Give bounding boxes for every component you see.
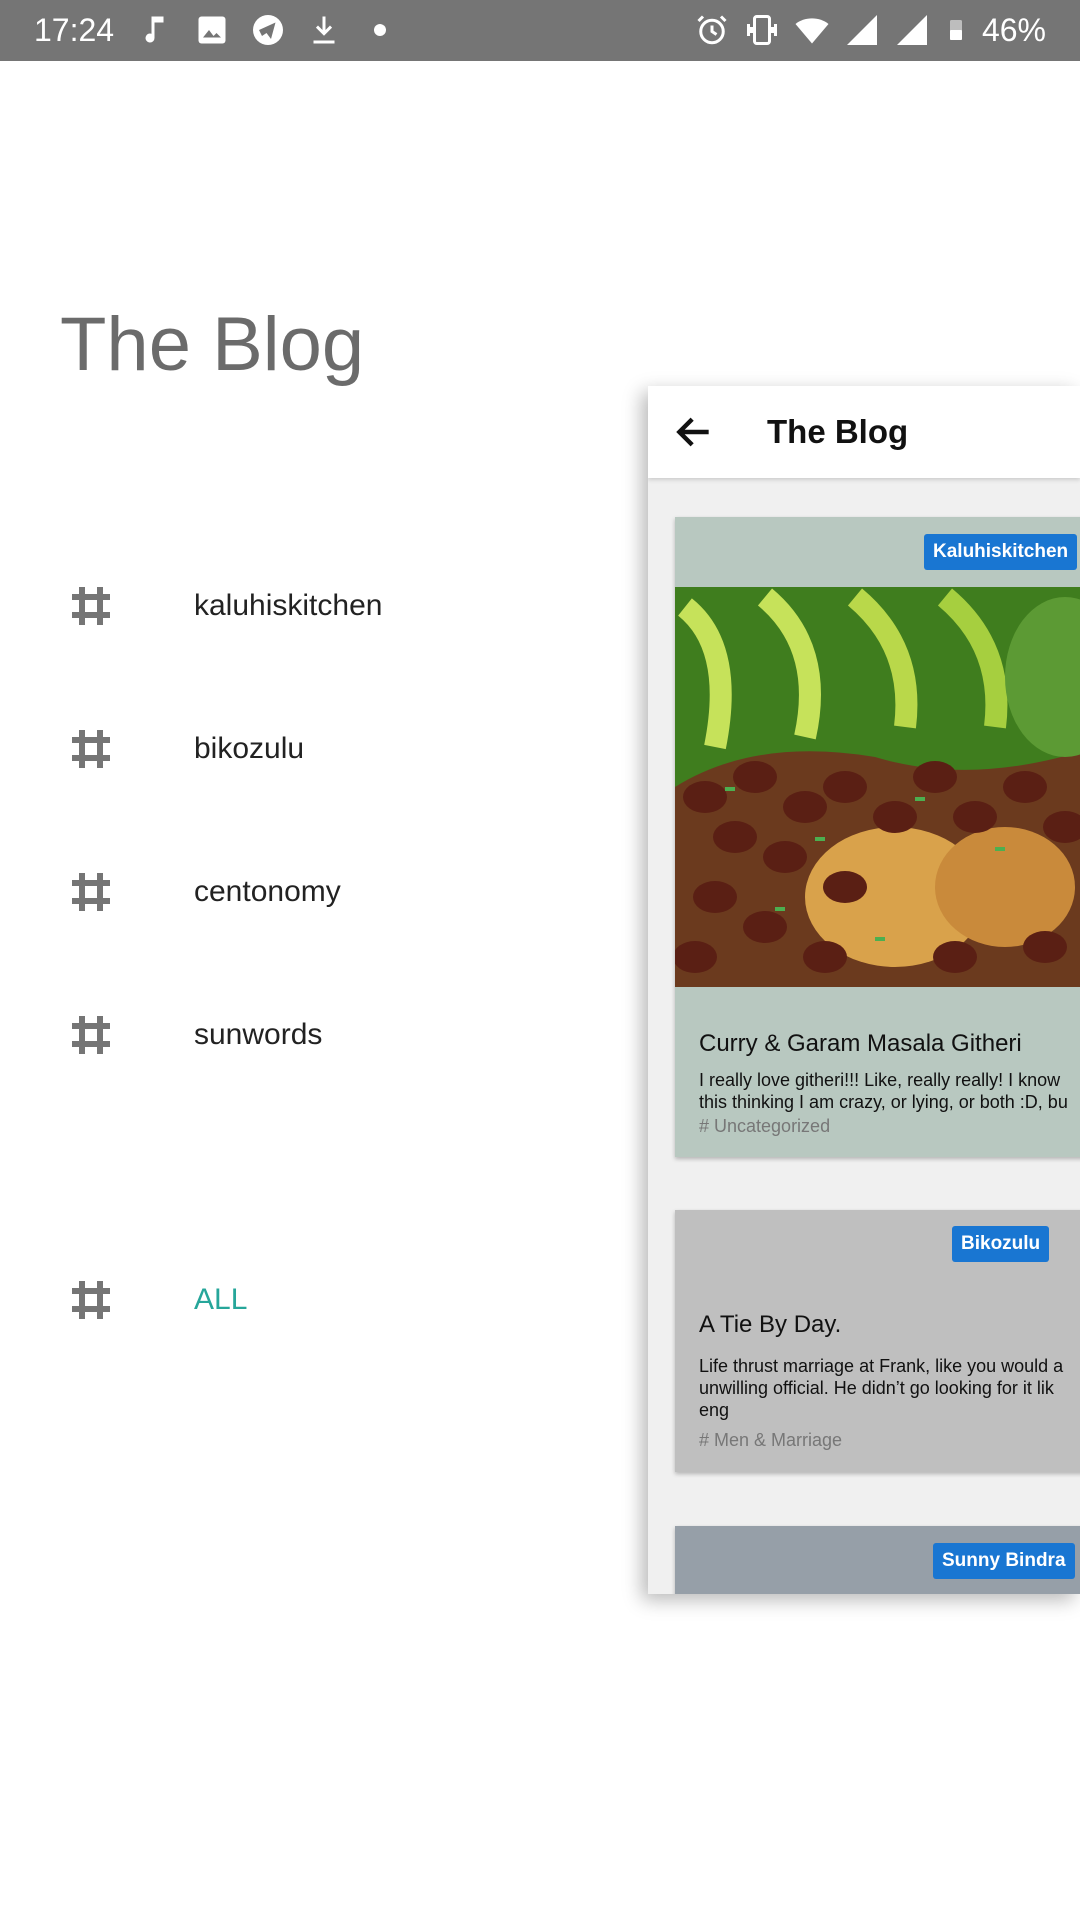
drawer-item-kaluhiskitchen[interactable]: kaluhiskitchen xyxy=(0,556,600,656)
drawer-item-label: sunwords xyxy=(194,1018,323,1051)
alarm-icon xyxy=(697,15,727,45)
wifi-icon xyxy=(795,18,829,44)
status-bar: 17:24 46% xyxy=(0,0,1080,61)
post-category: # Uncategorized xyxy=(699,1116,831,1136)
image-icon xyxy=(198,16,226,44)
drawer-item-bikozulu[interactable]: bikozulu xyxy=(0,699,600,799)
hash-icon xyxy=(72,873,110,911)
drawer-item-all[interactable]: ALL xyxy=(0,1250,600,1350)
screen: 17:24 46% The Blog kaluhiskitchen bikozu… xyxy=(0,0,1080,1920)
post-card[interactable]: Kaluhiskitchen Curry & Garam Masala Gith… xyxy=(675,517,1080,1157)
arrow-back-icon[interactable] xyxy=(672,410,716,454)
post-excerpt: I really love githeri!!! Like, really re… xyxy=(699,1070,1068,1112)
post-title: A Tie By Day. xyxy=(699,1311,842,1338)
hash-icon xyxy=(72,1016,110,1054)
food-photo xyxy=(675,587,1080,987)
download-icon xyxy=(313,16,335,44)
drawer-item-label: bikozulu xyxy=(194,732,305,765)
hash-icon xyxy=(72,587,110,625)
drawer-item-label: kaluhiskitchen xyxy=(194,589,383,622)
content-panel: The Blog Kaluhiskitchen Curry & Garam Ma… xyxy=(648,386,1080,1594)
post-badge: Kaluhiskitchen xyxy=(924,534,1078,570)
drawer-item-centonomy[interactable]: centonomy xyxy=(0,842,600,942)
panel-toolbar: The Blog xyxy=(648,386,1080,478)
panel-title: The Blog xyxy=(767,413,909,450)
status-left-icons xyxy=(138,12,398,48)
post-card[interactable]: Sunny Bindra xyxy=(675,1526,1080,1594)
battery-icon xyxy=(949,20,962,40)
post-excerpt: Life thrust marriage at Frank, like you … xyxy=(699,1356,1064,1420)
hash-icon xyxy=(72,1281,110,1319)
dot-icon xyxy=(374,24,386,36)
drawer-title: The Blog xyxy=(60,302,365,387)
post-category: # Men & Marriage xyxy=(699,1430,843,1450)
signal-icon xyxy=(896,15,927,45)
post-badge: Bikozulu xyxy=(952,1226,1050,1262)
hash-icon xyxy=(72,730,110,768)
post-title: Curry & Garam Masala Githeri xyxy=(699,1030,1022,1057)
drawer-item-sunwords[interactable]: sunwords xyxy=(0,985,600,1085)
vibrate-icon xyxy=(746,15,777,45)
telegram-icon xyxy=(253,15,283,45)
battery-percent: 46% xyxy=(981,12,1046,48)
post-card[interactable]: Bikozulu A Tie By Day. Life thrust marri… xyxy=(675,1210,1080,1472)
status-time: 17:24 xyxy=(34,12,115,48)
signal-icon xyxy=(846,15,877,45)
status-right-icons: 46% xyxy=(694,10,1046,50)
drawer-item-label: ALL xyxy=(194,1283,248,1316)
drawer-item-label: centonomy xyxy=(194,875,341,908)
post-image xyxy=(675,587,1080,987)
music-note-icon xyxy=(145,16,164,43)
post-badge: Sunny Bindra xyxy=(933,1543,1075,1579)
